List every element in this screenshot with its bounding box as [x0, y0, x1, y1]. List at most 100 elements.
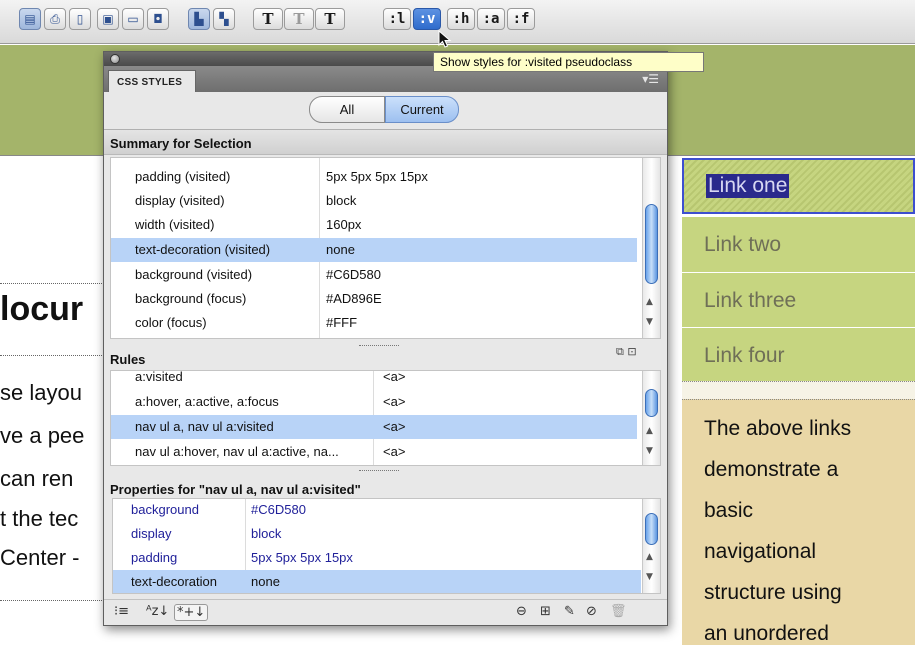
property-name: background: [131, 502, 199, 517]
property-value[interactable]: block: [251, 526, 281, 541]
show-cascade-icon[interactable]: ⧉ ⊡: [616, 345, 637, 359]
summary-section-header[interactable]: Summary for Selection: [104, 129, 667, 155]
scroll-up-icon[interactable]: ▲: [646, 427, 653, 436]
summary-value: 160px: [326, 217, 362, 232]
property-row-selected[interactable]: text-decoration none: [113, 570, 641, 593]
sidebar-line: basic: [704, 499, 754, 522]
rule-tag: <a>: [383, 444, 406, 459]
file-icon[interactable]: ▯: [69, 8, 91, 30]
resize-grip[interactable]: [359, 345, 399, 346]
nav-link-three[interactable]: Link three: [682, 272, 915, 328]
rules-scrollbar[interactable]: ▲ ▼: [642, 371, 660, 465]
sidebar-paragraph: The above links demonstrate a basic navi…: [704, 408, 904, 645]
pseudo-hover-button[interactable]: :h: [447, 8, 475, 30]
edit-rule-icon[interactable]: ✎: [564, 604, 575, 619]
properties-scrollbar[interactable]: ▲ ▼: [642, 499, 660, 593]
print-icon[interactable]: ⎙: [44, 8, 66, 30]
property-value[interactable]: 5px 5px 5px 15px: [251, 550, 353, 565]
current-mode-button[interactable]: Current: [385, 96, 459, 123]
new-rule-icon[interactable]: ⊞: [540, 604, 551, 619]
properties-list: background #C6D580 display block padding…: [112, 498, 661, 594]
summary-value: block: [326, 193, 357, 208]
scroll-thumb[interactable]: [645, 513, 658, 545]
resize-grip[interactable]: [359, 470, 399, 471]
scroll-down-icon[interactable]: ▼: [646, 318, 653, 327]
summary-value: #AD896E: [326, 291, 382, 306]
scroll-down-icon[interactable]: ▼: [646, 447, 653, 456]
sidebar-line: structure using: [704, 581, 842, 604]
attach-stylesheet-icon[interactable]: ⊖: [516, 604, 527, 619]
rule-row[interactable]: nav ul a:hover, nav ul a:active, na... <…: [111, 440, 637, 464]
tooltip: Show styles for :visited pseudoclass: [433, 52, 704, 72]
property-name: display: [131, 526, 172, 541]
alphabetical-view-icon[interactable]: ᴬz↓: [146, 604, 169, 619]
property-row[interactable]: background #C6D580: [113, 499, 641, 522]
sidebar-line: The above links: [704, 417, 852, 440]
summary-property: padding (visited): [135, 169, 231, 184]
summary-property: background (focus): [135, 291, 247, 306]
summary-property: text-decoration (visited): [135, 242, 271, 257]
property-row[interactable]: padding 5px 5px 5px 15px: [113, 546, 641, 570]
pseudo-focus-button[interactable]: :f: [507, 8, 535, 30]
rule-row[interactable]: a:hover, a:active, a:focus <a>: [111, 390, 637, 414]
rule-selector: a:hover, a:active, a:focus: [135, 394, 279, 409]
all-mode-button[interactable]: All: [309, 96, 385, 123]
pseudo-active-button[interactable]: :a: [477, 8, 505, 30]
tab-css-styles[interactable]: CSS STYLES: [108, 70, 196, 92]
rule-row[interactable]: a:visited <a>: [111, 371, 637, 389]
text-size-button[interactable]: T: [253, 8, 283, 30]
category-view-icon[interactable]: ⁝≡: [114, 604, 129, 619]
summary-row[interactable]: background (focus) #AD896E: [111, 287, 637, 311]
rules-section-header[interactable]: Rules: [104, 348, 667, 368]
disable-property-icon[interactable]: ⊘: [586, 604, 597, 619]
set-properties-view-icon[interactable]: *+↓: [174, 604, 209, 621]
media-icon[interactable]: ◘: [147, 8, 169, 30]
nav-link-two[interactable]: Link two: [682, 216, 915, 272]
summary-value: 5px 5px 5px 15px: [326, 169, 428, 184]
pseudo-link-button[interactable]: :l: [383, 8, 411, 30]
style-rendering-icon[interactable]: ▙: [188, 8, 210, 30]
close-icon[interactable]: [110, 54, 120, 64]
summary-row-selected[interactable]: text-decoration (visited) none: [111, 238, 637, 262]
trash-icon[interactable]: 🗑: [610, 604, 627, 619]
property-name: padding: [131, 550, 178, 565]
css-styles-panel: CSS STYLES ▾☰ All Current Summary for Se…: [103, 51, 668, 626]
nav-link-four[interactable]: Link four: [682, 327, 915, 383]
summary-row[interactable]: color (focus) #FFF: [111, 311, 637, 335]
rule-tag: <a>: [383, 394, 406, 409]
summary-row[interactable]: width (visited) 160px: [111, 213, 637, 237]
property-row[interactable]: display block: [113, 522, 641, 546]
body-text-line: t the tec: [0, 506, 79, 531]
scroll-thumb[interactable]: [645, 204, 658, 284]
pseudo-visited-button[interactable]: :v: [413, 8, 441, 30]
divider: [0, 600, 110, 601]
layout-table-icon[interactable]: ▤: [19, 8, 41, 30]
rule-selector: nav ul a, nav ul a:visited: [135, 419, 274, 434]
scroll-down-icon[interactable]: ▼: [646, 573, 653, 582]
display-icon[interactable]: ▭: [122, 8, 144, 30]
scroll-thumb[interactable]: [645, 389, 658, 417]
summary-row[interactable]: background (visited) #C6D580: [111, 263, 637, 287]
panel-bottom-bar: ⁝≡ ᴬz↓ *+↓ ⊖ ⊞ ✎ ⊘ 🗑: [104, 599, 667, 625]
nav-link-one[interactable]: Link one: [682, 158, 915, 214]
properties-section-header[interactable]: Properties for "nav ul a, nav ul a:visit…: [104, 476, 667, 500]
rule-row-selected[interactable]: nav ul a, nav ul a:visited <a>: [111, 415, 637, 439]
text-size-large-button[interactable]: T: [315, 8, 345, 30]
summary-value: none: [326, 242, 355, 257]
property-value[interactable]: #C6D580: [251, 502, 306, 517]
summary-scrollbar[interactable]: ▲ ▼: [642, 158, 660, 338]
summary-row[interactable]: padding (visited) 5px 5px 5px 15px: [111, 165, 637, 189]
summary-value: #C6D580: [326, 267, 381, 282]
split-icon[interactable]: ▚: [213, 8, 235, 30]
property-value[interactable]: none: [251, 574, 280, 589]
text-size-small-button[interactable]: T: [284, 8, 314, 30]
summary-row[interactable]: display (visited) block: [111, 189, 637, 213]
property-name: text-decoration: [131, 574, 217, 589]
divider: [0, 355, 110, 356]
scroll-up-icon[interactable]: ▲: [646, 553, 653, 562]
document-toolbar: ▤ ⎙ ▯ ▣ ▭ ◘ ▙ ▚ T T T :l :v :h :a :f: [0, 0, 915, 44]
scroll-up-icon[interactable]: ▲: [646, 298, 653, 307]
render-icon[interactable]: ▣: [97, 8, 119, 30]
panel-menu-icon[interactable]: ▾☰: [642, 72, 659, 86]
nav-spacer: [682, 381, 915, 401]
